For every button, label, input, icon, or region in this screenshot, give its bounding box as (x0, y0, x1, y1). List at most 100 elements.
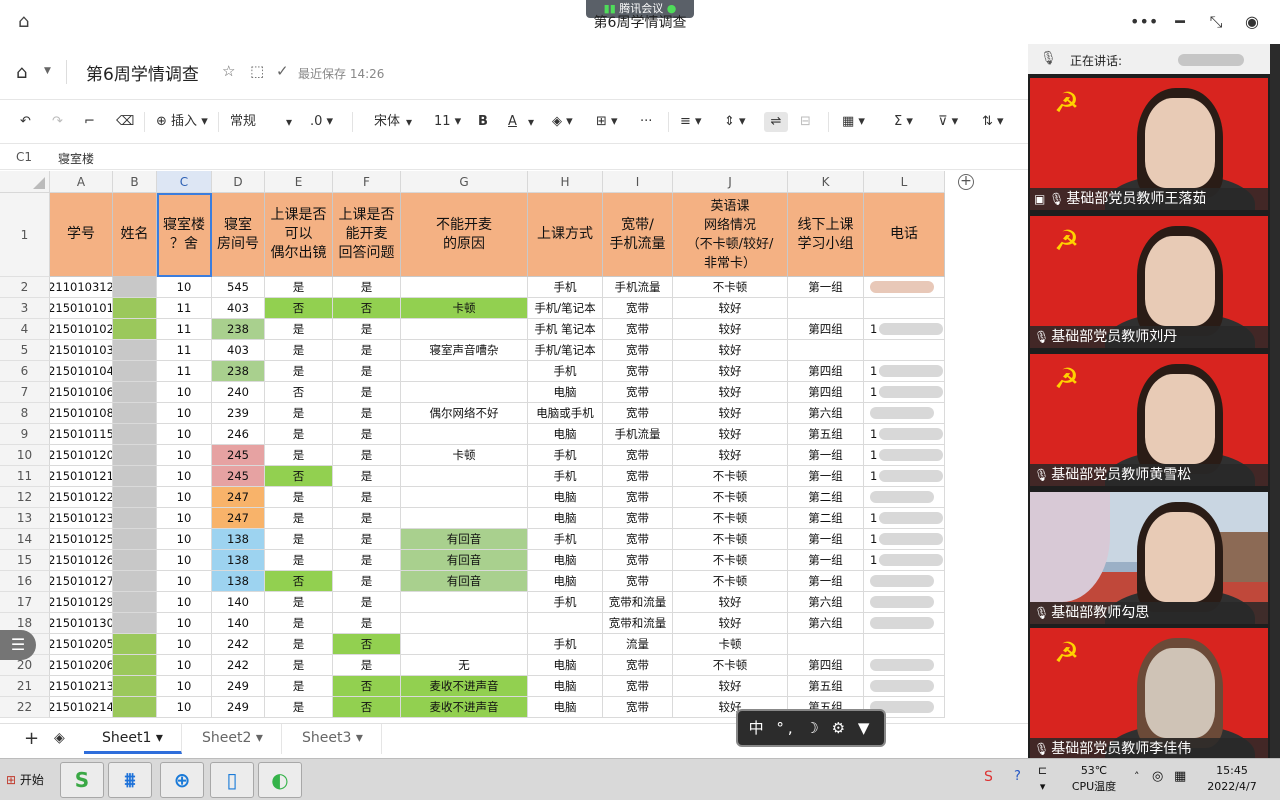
row-header[interactable]: 22 (0, 697, 50, 718)
cell-g[interactable]: 有回音 (401, 550, 528, 571)
cell-l[interactable]: 1 (864, 529, 945, 550)
cell-i[interactable]: 宽带 (603, 298, 673, 319)
sogou-icon[interactable]: S (984, 769, 993, 785)
tab-sheet1[interactable]: Sheet1 ▾ (84, 724, 182, 754)
cell-j[interactable]: 较好 (673, 340, 788, 361)
cell-l[interactable] (864, 298, 945, 319)
cell-k[interactable]: 第六组 (788, 613, 864, 634)
cell-k[interactable]: 第一组 (788, 550, 864, 571)
cell-b[interactable] (113, 634, 157, 655)
cell-c[interactable]: 10 (157, 487, 212, 508)
cell-f[interactable]: 否 (333, 634, 401, 655)
sheets-app-icon[interactable]: S (60, 762, 104, 798)
cell-k[interactable] (788, 340, 864, 361)
cell-a[interactable]: 215010206 (50, 655, 113, 676)
cell-c[interactable]: 10 (157, 697, 212, 718)
cell-j[interactable]: 卡顿 (673, 634, 788, 655)
cell-g[interactable] (401, 592, 528, 613)
cell-j[interactable]: 不卡顿 (673, 529, 788, 550)
help-icon[interactable]: ? (1014, 769, 1021, 785)
start-button[interactable]: ⊞ 开始 (2, 769, 54, 791)
cell-f[interactable]: 是 (333, 655, 401, 676)
shrink-icon[interactable]: ⤡ (1204, 12, 1228, 32)
cell-a[interactable]: 215010115 (50, 424, 113, 445)
cell-a[interactable]: 215010205 (50, 634, 113, 655)
align-icon[interactable]: ≡ ▾ (680, 112, 702, 132)
cell-a[interactable]: 215010120 (50, 445, 113, 466)
header-cell[interactable]: 上课是否 可以 偶尔出镜 (265, 193, 333, 277)
participant-video[interactable]: ☭ ▣ 🎙 基础部党员教师王落茹 (1030, 78, 1268, 210)
participant-video[interactable]: ☭ 🎙 基础部党员教师李佳伟 (1030, 628, 1268, 760)
cell-c[interactable]: 10 (157, 508, 212, 529)
row-header[interactable]: 2 (0, 277, 50, 298)
cell-i[interactable]: 宽带 (603, 508, 673, 529)
cell-g[interactable]: 麦收不进声音 (401, 697, 528, 718)
sort-icon[interactable]: ⇅ ▾ (982, 112, 1004, 132)
font-size-select[interactable]: 11 ▾ (434, 112, 461, 132)
cell-f[interactable]: 是 (333, 382, 401, 403)
row-header[interactable]: 8 (0, 403, 50, 424)
cell-g[interactable] (401, 382, 528, 403)
cell-a[interactable]: 215010125 (50, 529, 113, 550)
chevron-down-icon[interactable]: ▾ (528, 112, 534, 132)
fill-color-icon[interactable]: ◈ ▾ (552, 112, 573, 132)
row-header[interactable]: 6 (0, 361, 50, 382)
cell-j[interactable]: 较好 (673, 361, 788, 382)
cell-g[interactable] (401, 319, 528, 340)
cell-g[interactable] (401, 487, 528, 508)
participant-video[interactable]: 🎙 基础部教师勾思 (1030, 492, 1268, 624)
header-cell[interactable]: 上课是否 能开麦 回答问题 (333, 193, 401, 277)
cell-i[interactable]: 宽带 (603, 550, 673, 571)
cell-b[interactable] (113, 319, 157, 340)
cell-i[interactable]: 宽带 (603, 382, 673, 403)
cell-b[interactable] (113, 529, 157, 550)
cell-g[interactable]: 卡顿 (401, 298, 528, 319)
header-cell[interactable]: 寝室楼 ？舍 (157, 193, 212, 277)
cell-b[interactable] (113, 613, 157, 634)
cell-h[interactable]: 手机 (528, 529, 603, 550)
cell-d[interactable]: 247 (212, 487, 265, 508)
cell-a[interactable]: 215010121 (50, 466, 113, 487)
cell-d[interactable]: 246 (212, 424, 265, 445)
cell-b[interactable] (113, 445, 157, 466)
cell-a[interactable]: 215010130 (50, 613, 113, 634)
cell-a[interactable]: 215010126 (50, 550, 113, 571)
cell-d[interactable]: 238 (212, 361, 265, 382)
cell-e[interactable]: 是 (265, 529, 333, 550)
cell-g[interactable] (401, 424, 528, 445)
redo-icon[interactable]: ↷ (52, 112, 63, 132)
cell-k[interactable]: 第四组 (788, 319, 864, 340)
cell-c[interactable]: 10 (157, 655, 212, 676)
cell-g[interactable] (401, 361, 528, 382)
row-header[interactable]: 21 (0, 676, 50, 697)
cell-k[interactable]: 第二组 (788, 508, 864, 529)
cell-g[interactable]: 寝室声音嘈杂 (401, 340, 528, 361)
cell-l[interactable] (864, 676, 945, 697)
row-header[interactable]: 11 (0, 466, 50, 487)
cell-f[interactable]: 是 (333, 592, 401, 613)
row-header[interactable]: 16 (0, 571, 50, 592)
row-header[interactable]: 1 (0, 193, 50, 277)
cell-i[interactable]: 宽带 (603, 340, 673, 361)
cell-d[interactable]: 403 (212, 298, 265, 319)
cell-c[interactable]: 11 (157, 319, 212, 340)
add-column-icon[interactable]: + (958, 174, 974, 190)
column-header-b[interactable]: B (113, 171, 157, 193)
header-cell[interactable]: 上课方式 (528, 193, 603, 277)
insert-button[interactable]: ⊕ 插入 ▾ (156, 112, 208, 132)
cell-area[interactable]: 学号 姓名 寝室楼 ？舍 寝室 房间号 上课是否 可以 偶尔出镜 上课是否 能开麦 回答问… (50, 193, 945, 718)
cell-g[interactable]: 偶尔网络不好 (401, 403, 528, 424)
cell-j[interactable]: 不卡顿 (673, 487, 788, 508)
cell-e[interactable]: 否 (265, 382, 333, 403)
cell-d[interactable]: 242 (212, 634, 265, 655)
cell-f[interactable]: 是 (333, 424, 401, 445)
spreadsheet-grid[interactable]: ABCDEFGHIJKL + 1 2 3 4 5 6 7 8 9 10 11 12 13 14 15 16 17… (0, 171, 1028, 723)
cell-h[interactable]: 手机 (528, 466, 603, 487)
meeting-app-icon[interactable]: ⩩ (108, 762, 152, 798)
cell-h[interactable]: 电脑 (528, 550, 603, 571)
cell-d[interactable]: 249 (212, 676, 265, 697)
tab-sheet2[interactable]: Sheet2 ▾ (184, 724, 282, 754)
phone-app-icon[interactable]: ▯ (210, 762, 254, 798)
cell-f[interactable]: 是 (333, 445, 401, 466)
cell-l[interactable]: 1 (864, 466, 945, 487)
